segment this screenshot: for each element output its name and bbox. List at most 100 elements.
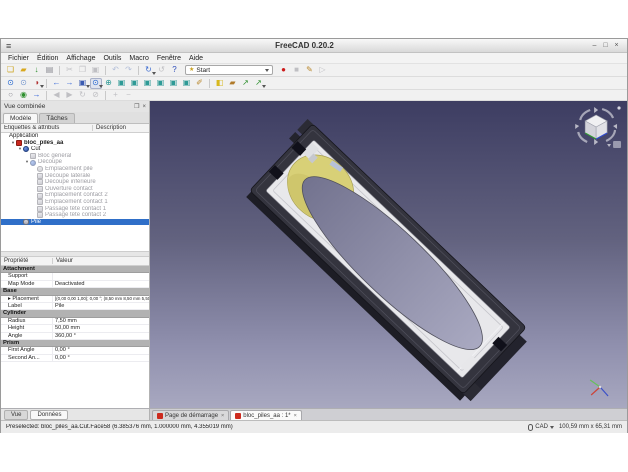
title-bar[interactable]: ≡ FreeCAD 0.20.2 – □ ×: [1, 39, 627, 53]
menu-edition[interactable]: Édition: [33, 55, 62, 62]
open-file-icon[interactable]: ▰: [18, 65, 30, 76]
tree-item-passage-tete-contact-1[interactable]: Passage tête contact 1: [1, 206, 149, 213]
tree-item-pile[interactable]: Pile: [1, 218, 149, 226]
model-bloc-piles[interactable]: [240, 118, 534, 406]
close-tab-icon[interactable]: ×: [221, 413, 224, 419]
minimize-button[interactable]: –: [589, 42, 600, 49]
3d-viewport[interactable]: [150, 101, 627, 408]
property-group-prism[interactable]: Prism: [1, 339, 149, 348]
tree-item-emplacement-contact-2[interactable]: Emplacement contact 2: [1, 192, 149, 199]
redo-icon[interactable]: ↷: [123, 65, 135, 76]
tree-item-ouverture-contact[interactable]: Ouverture contact: [1, 186, 149, 193]
tree-item-application[interactable]: Application: [1, 133, 149, 140]
tree-item-passage-tete-contact-2[interactable]: Passage tête contact 2: [1, 212, 149, 219]
fit-selection-icon[interactable]: ⊙: [18, 78, 30, 89]
view-top-icon[interactable]: ▣: [129, 78, 141, 89]
document-tab-bloc-piles-aa-1[interactable]: bloc_piles_aa : 1* ×: [230, 410, 302, 420]
save-icon[interactable]: ↓: [31, 65, 43, 76]
nav-back-icon[interactable]: ←: [51, 78, 63, 89]
menu-macro[interactable]: Macro: [125, 55, 152, 62]
close-button[interactable]: ×: [611, 42, 622, 49]
navigation-style-selector[interactable]: CAD: [535, 424, 548, 430]
value-header[interactable]: Valeur: [53, 258, 73, 264]
recompute-icon[interactable]: ↺: [156, 65, 168, 76]
tab-taches[interactable]: Tâches: [39, 113, 75, 123]
property-header[interactable]: Propriété: [1, 258, 53, 264]
texture-icon[interactable]: ▰: [227, 78, 239, 89]
property-placement[interactable]: ▸ Placement [(0,00 0,00 1,00); 0,00 °; (8…: [1, 295, 149, 303]
menu-fenetre[interactable]: Fenêtre: [153, 55, 185, 62]
macro-stop-icon[interactable]: ■: [291, 65, 303, 76]
paste-icon[interactable]: ▣: [90, 65, 102, 76]
view-left-icon[interactable]: ▣: [181, 78, 193, 89]
expression-add-icon[interactable]: +: [110, 90, 122, 101]
view-right-icon[interactable]: ▣: [142, 78, 154, 89]
tree-item-emplacement-contact-1[interactable]: Emplacement contact 1: [1, 199, 149, 206]
refresh-icon[interactable]: ↻: [143, 65, 156, 76]
zoom-tools-icon[interactable]: ⊙: [89, 77, 103, 89]
property-height[interactable]: Height 50,00 mm: [1, 325, 149, 333]
expression-remove-icon[interactable]: −: [123, 90, 135, 101]
description-header[interactable]: Description: [93, 125, 126, 131]
macro-debug-icon[interactable]: ▷: [317, 65, 329, 76]
tree-item-decoupe[interactable]: ▾ Découpe: [1, 159, 149, 166]
tree-item-emplacement-pile[interactable]: Emplacement pile: [1, 166, 149, 173]
labels-attributes-header[interactable]: Étiquettes & attributs: [1, 125, 93, 131]
property-map-mode[interactable]: Map Mode Deactivated: [1, 280, 149, 289]
whats-this-icon[interactable]: ?: [169, 65, 181, 76]
copy-icon[interactable]: ❐: [77, 65, 89, 76]
appearance-icon[interactable]: ◧: [214, 78, 226, 89]
tree-back-icon[interactable]: ◀: [51, 90, 63, 101]
link-placeholder-icon[interactable]: ○: [5, 90, 17, 101]
view-rear-icon[interactable]: ▣: [155, 78, 167, 89]
tree-item-decoupe-laterale[interactable]: Découpe latérale: [1, 173, 149, 180]
property-first-angle[interactable]: First Angle 0,00 °: [1, 347, 149, 355]
tree-item-cut[interactable]: ▾ Cut: [1, 146, 149, 153]
tree-item-decoupe-inferieure[interactable]: Découpe inférieure: [1, 179, 149, 186]
view-axonometric-icon[interactable]: ⊕: [103, 78, 115, 89]
float-panel-icon[interactable]: ❐: [134, 104, 139, 110]
property-group-base[interactable]: Base: [1, 288, 149, 296]
chevron-down-icon[interactable]: [549, 425, 554, 429]
macro-edit-icon[interactable]: ✎: [304, 65, 316, 76]
view-front-icon[interactable]: ▣: [116, 78, 128, 89]
navigation-cube[interactable]: [575, 106, 622, 148]
document-tab-page-de-demarrage[interactable]: Page de démarrage ×: [152, 410, 230, 420]
close-panel-icon[interactable]: ×: [142, 104, 146, 110]
tree-forward-icon[interactable]: ▶: [64, 90, 76, 101]
fit-all-icon[interactable]: ⊙: [5, 78, 17, 89]
tree-abort-icon[interactable]: ⊘: [90, 90, 102, 101]
export-links-icon[interactable]: ↗: [253, 78, 266, 89]
view-group-icon[interactable]: ▣: [77, 78, 90, 89]
property-radius[interactable]: Radius 7,50 mm: [1, 317, 149, 326]
tree-sync-icon[interactable]: ↻: [77, 90, 89, 101]
nav-cube-corner-dot[interactable]: [617, 106, 621, 110]
window-menu-icon[interactable]: ≡: [6, 41, 20, 51]
cut-icon[interactable]: ✂: [64, 65, 76, 76]
tree-item-bloc-piles-aa[interactable]: ▾ bloc_piles_aa: [1, 140, 149, 147]
macro-record-icon[interactable]: ●: [278, 65, 290, 76]
draw-style-icon[interactable]: ◑: [31, 78, 44, 89]
print-icon[interactable]: ▤: [44, 65, 56, 76]
make-link-icon[interactable]: ◉: [18, 90, 30, 101]
link-go-icon[interactable]: →: [31, 90, 43, 101]
nav-cube-menu[interactable]: [613, 141, 622, 148]
new-file-icon[interactable]: ❏: [5, 65, 17, 76]
measure-distance-icon[interactable]: ✐: [194, 78, 206, 89]
workbench-selector[interactable]: ★ Start: [185, 65, 273, 75]
property-angle[interactable]: Angle 360,00 °: [1, 332, 149, 340]
property-group-attachment[interactable]: Attachment: [1, 266, 149, 274]
property-second-an[interactable]: Second An... 0,00 °: [1, 354, 149, 363]
maximize-button[interactable]: □: [600, 42, 611, 49]
menu-aide[interactable]: Aide: [185, 55, 207, 62]
menu-fichier[interactable]: Fichier: [4, 55, 33, 62]
menu-outils[interactable]: Outils: [99, 55, 125, 62]
nav-forward-icon[interactable]: →: [64, 78, 76, 89]
tab-modele[interactable]: Modèle: [3, 113, 39, 123]
tree-item-bloc-general[interactable]: Bloc général: [1, 153, 149, 160]
property-support[interactable]: Support: [1, 273, 149, 281]
property-label[interactable]: Label Pile: [1, 302, 149, 311]
view-bottom-icon[interactable]: ▣: [168, 78, 180, 89]
panel-tab-vue[interactable]: Vue: [4, 409, 29, 420]
property-group-cylinder[interactable]: Cylinder: [1, 310, 149, 318]
